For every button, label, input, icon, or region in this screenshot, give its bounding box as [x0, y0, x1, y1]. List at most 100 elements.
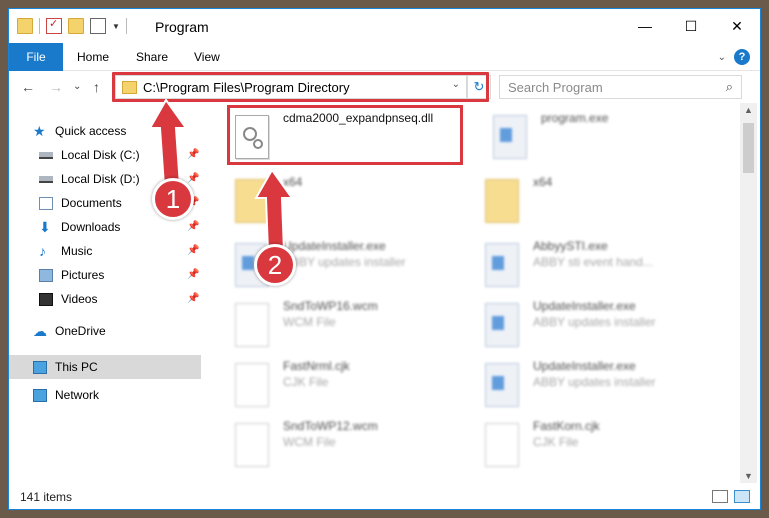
list-item[interactable]: UpdateInstaller.exe ABBY updates install…: [475, 357, 715, 413]
sidebar-item-label: This PC: [55, 360, 98, 374]
sidebar-item-label: Documents: [61, 196, 122, 210]
list-item[interactable]: cdma2000_expandpnseq.dll: [225, 109, 465, 165]
file-name: x64: [533, 175, 553, 189]
list-item[interactable]: FastNrml.cjk CJK File: [225, 357, 465, 413]
view-options-icon[interactable]: [90, 18, 106, 34]
customize-toolbar-chevron-icon[interactable]: ▼: [112, 22, 120, 31]
exe-icon: [485, 363, 519, 407]
dll-icon: [235, 115, 269, 159]
window-controls: — ☐ ✕: [622, 9, 760, 43]
sidebar-item-music[interactable]: ♪ Music: [39, 239, 92, 263]
large-icons-view-icon[interactable]: [734, 490, 750, 503]
forward-button[interactable]: →: [49, 79, 63, 95]
list-item[interactable]: x64: [225, 173, 465, 229]
file-type: WCM File: [283, 315, 336, 329]
title-bar: ▼ Program — ☐ ✕: [9, 9, 760, 43]
file-icon: [235, 303, 269, 347]
scroll-down-icon[interactable]: ▼: [744, 471, 753, 481]
ribbon-tabs: File Home Share View ⌄ ?: [9, 43, 760, 71]
address-bar[interactable]: C:\Program Files\Program Directory ⌄: [115, 75, 467, 99]
sidebar-item-this-pc[interactable]: This PC: [33, 355, 98, 379]
tab-view[interactable]: View: [194, 50, 220, 64]
list-item[interactable]: x64: [475, 173, 715, 229]
tab-home[interactable]: Home: [77, 50, 109, 64]
tab-share[interactable]: Share: [136, 50, 168, 64]
file-name: UpdateInstaller.exe: [283, 239, 386, 253]
file-name: x64: [283, 175, 303, 189]
search-icon: ⌕: [725, 79, 733, 94]
file-name: SndToWP12.wcm: [283, 419, 378, 433]
exe-icon: [485, 303, 519, 347]
sidebar-item-documents[interactable]: Documents: [39, 191, 122, 215]
folder-icon: [485, 179, 519, 223]
sidebar-item-local-disk-c[interactable]: Local Disk (C:): [39, 143, 140, 167]
sidebar-item-onedrive[interactable]: ☁ OneDrive: [33, 319, 106, 343]
file-name: FastKorn.cjk: [533, 419, 600, 433]
pin-icon[interactable]: 📌: [187, 293, 199, 304]
quick-access-toolbar: ▼: [17, 17, 127, 34]
pin-icon[interactable]: 📌: [187, 221, 199, 232]
vertical-scrollbar[interactable]: ▲ ▼: [740, 103, 757, 483]
file-type: ABBY sti event hand...: [533, 255, 653, 269]
file-type: ABBY updates installer: [533, 315, 656, 329]
sidebar-item-label: Downloads: [61, 220, 121, 234]
maximize-button[interactable]: ☐: [668, 9, 714, 43]
file-icon: [485, 423, 519, 467]
back-button[interactable]: ←: [21, 79, 35, 95]
address-row: ← → ⌄ ↑ C:\Program Files\Program Directo…: [9, 71, 760, 103]
sidebar-item-quick-access[interactable]: ★ Quick access: [33, 119, 126, 143]
sidebar-item-videos[interactable]: Videos: [39, 287, 97, 311]
exe-icon: [493, 115, 527, 159]
item-count: 141 items: [20, 490, 73, 504]
sidebar-item-label: Local Disk (C:): [61, 148, 140, 162]
properties-icon[interactable]: [46, 17, 62, 34]
tab-file[interactable]: File: [9, 43, 63, 71]
search-input[interactable]: Search Program ⌕: [499, 75, 742, 99]
file-type: ABBY updates installer: [533, 375, 656, 389]
list-item[interactable]: FastKorn.cjk CJK File: [475, 417, 715, 473]
sidebar-item-label: OneDrive: [55, 324, 106, 338]
sidebar-item-downloads[interactable]: ⬇ Downloads: [39, 215, 120, 239]
pin-icon[interactable]: 📌: [187, 173, 199, 184]
sidebar-item-network[interactable]: Network: [33, 383, 99, 407]
address-history-chevron-icon[interactable]: ⌄: [452, 79, 460, 90]
step-2-badge: 2: [254, 244, 296, 286]
minimize-button[interactable]: —: [622, 9, 668, 43]
file-name: UpdateInstaller.exe: [533, 299, 636, 313]
close-button[interactable]: ✕: [714, 9, 760, 43]
list-item[interactable]: program.exe: [483, 109, 723, 165]
divider: [39, 18, 40, 34]
file-name: AbbyySTI.exe: [533, 239, 608, 253]
sidebar-item-pictures[interactable]: Pictures: [39, 263, 104, 287]
scroll-up-icon[interactable]: ▲: [744, 105, 753, 115]
exe-icon: [485, 243, 519, 287]
pictures-icon: [39, 268, 53, 282]
pin-icon[interactable]: 📌: [187, 245, 199, 256]
help-icon[interactable]: ?: [734, 49, 750, 65]
file-explorer-window: ▼ Program — ☐ ✕ File Home Share View ⌄ ?…: [8, 8, 761, 510]
pin-icon[interactable]: 📌: [187, 269, 199, 280]
sidebar-item-label: Network: [55, 388, 100, 402]
sidebar-item-label: Music: [61, 244, 93, 258]
pin-icon[interactable]: 📌: [187, 149, 199, 160]
folder-icon[interactable]: [17, 18, 33, 34]
network-icon: [33, 388, 47, 402]
new-folder-icon[interactable]: [68, 18, 84, 34]
list-item[interactable]: SndToWP16.wcm WCM File: [225, 297, 465, 353]
list-item[interactable]: UpdateInstaller.exe ABBY updates install…: [475, 297, 715, 353]
folder-icon: [122, 80, 137, 94]
up-button[interactable]: ↑: [93, 79, 100, 95]
list-item[interactable]: SndToWP12.wcm WCM File: [225, 417, 465, 473]
details-view-icon[interactable]: [712, 490, 728, 503]
folder-icon: [235, 179, 269, 223]
sidebar-item-label: Quick access: [55, 124, 127, 138]
file-type: WCM File: [283, 435, 336, 449]
recent-locations-chevron-icon[interactable]: ⌄: [73, 81, 81, 92]
expand-ribbon-chevron-icon[interactable]: ⌄: [718, 52, 726, 63]
drive-icon: [39, 175, 53, 183]
scroll-thumb[interactable]: [743, 123, 754, 173]
sidebar-item-local-disk-d[interactable]: Local Disk (D:): [39, 167, 140, 191]
file-type: ABBY updates installer: [283, 255, 406, 269]
refresh-button[interactable]: ↻: [467, 75, 491, 99]
list-item[interactable]: AbbyySTI.exe ABBY sti event hand...: [475, 237, 715, 293]
